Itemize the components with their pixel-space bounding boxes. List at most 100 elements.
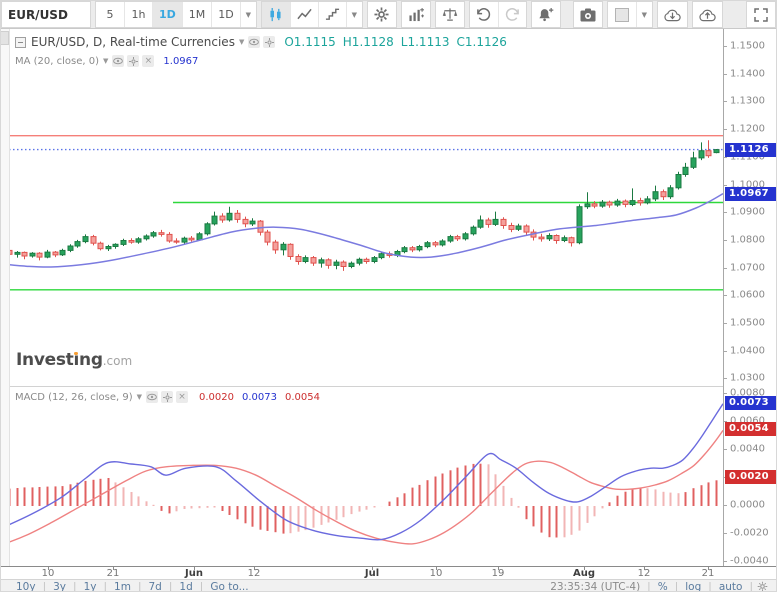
- macd-visibility-icon[interactable]: [146, 391, 158, 403]
- range-button-3y[interactable]: 3y: [46, 581, 73, 592]
- chart-type-step[interactable]: [318, 2, 346, 27]
- range-button-1y[interactable]: 1y: [77, 581, 104, 592]
- ohlc-values: O1.1115 H1.1128 L1.1113 C1.1126: [284, 35, 507, 49]
- save-chart-button[interactable]: [693, 2, 722, 27]
- macd-badge-1: 0.0054: [725, 422, 777, 436]
- macd-badge-0: 0.0073: [725, 396, 777, 410]
- axis-tick-mark: [724, 561, 727, 562]
- ma-delete-icon[interactable]: ×: [142, 55, 154, 67]
- symbol-group: EUR/USD: [1, 1, 91, 28]
- macd-badge-2: 0.0020: [725, 470, 777, 484]
- compare-button[interactable]: [436, 2, 464, 27]
- background-color-caret-icon[interactable]: ▼: [636, 2, 652, 27]
- axis-tick-mark: [724, 378, 727, 379]
- axis-tick-label: 1.1400: [730, 68, 765, 79]
- macd-value-1: 0.0073: [242, 392, 277, 403]
- ma-label[interactable]: MA (20, close, 0): [15, 56, 99, 67]
- chart-type-candles[interactable]: [262, 2, 290, 27]
- axis-tick-label: -0.0040: [730, 556, 769, 567]
- main-pane-header: EUR/USD, D, Real-time Currencies ▼ O1.11…: [15, 35, 507, 49]
- scale-toggle-auto[interactable]: auto: [712, 581, 750, 592]
- screenshot-button[interactable]: [574, 2, 602, 27]
- indicators-button[interactable]: [402, 2, 430, 27]
- range-button-10y[interactable]: 10y: [9, 581, 43, 592]
- last-price-badge: 1.1126: [725, 143, 777, 157]
- axis-tick-mark: [724, 393, 727, 394]
- clock-display[interactable]: 23:35:34 (UTC-4): [543, 581, 647, 592]
- axis-tick-mark: [724, 505, 727, 506]
- bottom-settings-gear-icon[interactable]: [753, 581, 772, 592]
- background-color-button[interactable]: [608, 2, 636, 27]
- timeframe-1d-2[interactable]: 1D: [211, 2, 239, 27]
- axis-tick-label: -0.0020: [730, 528, 769, 539]
- axis-tick-label: 1.0300: [730, 373, 765, 384]
- range-button-go-to-[interactable]: Go to...: [203, 581, 255, 592]
- ma-settings-gear-icon[interactable]: [127, 55, 139, 67]
- scale-toggle-log[interactable]: log: [678, 581, 708, 592]
- chart-title[interactable]: EUR/USD, D, Real-time Currencies: [31, 35, 235, 49]
- series-settings-gear-icon[interactable]: [263, 36, 275, 48]
- macd-value-2: 0.0054: [285, 392, 320, 403]
- chart-type-group: ▼: [261, 1, 363, 28]
- axis-tick-mark: [724, 46, 727, 47]
- fullscreen-group: [746, 1, 776, 28]
- timeframe-1h[interactable]: 1h: [124, 2, 152, 27]
- range-button-1m[interactable]: 1m: [107, 581, 138, 592]
- axis-tick-mark: [724, 74, 727, 75]
- ma-value: 1.0967: [163, 56, 198, 67]
- alert-group: [531, 1, 561, 28]
- time-axis-label: 12: [248, 568, 261, 579]
- macd-label[interactable]: MACD (12, 26, close, 9): [15, 392, 133, 403]
- macd-settings-gear-icon[interactable]: [161, 391, 173, 403]
- chart-settings-button[interactable]: [368, 2, 396, 27]
- undo-button[interactable]: [470, 2, 498, 27]
- settings-group: [367, 1, 397, 28]
- timeframe-1m[interactable]: 1M: [182, 2, 212, 27]
- chart-type-dropdown-caret-icon[interactable]: ▼: [346, 2, 362, 27]
- timeframe-1d[interactable]: 1D: [152, 2, 182, 27]
- ma-caret-icon[interactable]: ▼: [103, 57, 108, 65]
- macd-caret-icon[interactable]: ▼: [137, 393, 142, 401]
- chart-application: EUR/USD51h1D1M1D▼▼▼ EUR/USD, D, Real-tim…: [0, 0, 777, 592]
- timeframe-dropdown-caret-icon[interactable]: ▼: [240, 2, 256, 27]
- axis-tick-label: 1.0800: [730, 234, 765, 245]
- scale-toggle-%[interactable]: %: [651, 581, 675, 592]
- axis-tick-mark: [724, 268, 727, 269]
- drawing-toolbar-collapsed[interactable]: [1, 29, 10, 566]
- axis-tick-mark: [724, 212, 727, 213]
- ma-value-badge: 1.0967: [725, 187, 777, 201]
- time-axis-label: 21: [107, 568, 120, 579]
- create-alert-button[interactable]: [532, 2, 560, 27]
- drawing-toolbar-handle-icon[interactable]: [1, 31, 9, 45]
- high-value: H1.1128: [343, 35, 394, 49]
- price-axis[interactable]: 1.15001.14001.13001.12001.11001.10001.09…: [723, 29, 777, 566]
- collapse-pane-icon[interactable]: [15, 37, 26, 48]
- time-axis-label: Jul: [365, 568, 379, 579]
- axis-tick-label: 1.0600: [730, 290, 765, 301]
- axis-tick-label: 1.0400: [730, 345, 765, 356]
- axis-tick-mark: [724, 449, 727, 450]
- visibility-icon[interactable]: [248, 36, 260, 48]
- redo-button[interactable]: [498, 2, 526, 27]
- time-axis[interactable]: 1021Jun12Jul1019Aug1221: [1, 566, 777, 579]
- scale-actions: |%|log|auto|: [647, 581, 753, 592]
- axis-tick-mark: [724, 129, 727, 130]
- timeframe-5[interactable]: 5: [96, 2, 124, 27]
- load-chart-button[interactable]: [658, 2, 687, 27]
- ma-visibility-icon[interactable]: [112, 55, 124, 67]
- compare-group: [435, 1, 465, 28]
- ma-indicator-row: MA (20, close, 0) ▼ × 1.0967: [15, 55, 198, 67]
- background-group: ▼: [607, 1, 653, 28]
- chart-title-caret-icon[interactable]: ▼: [239, 38, 244, 46]
- fullscreen-button[interactable]: [747, 2, 775, 27]
- axis-tick-mark: [724, 295, 727, 296]
- range-button-1d[interactable]: 1d: [172, 581, 199, 592]
- axis-tick-label: 1.0700: [730, 262, 765, 273]
- macd-chart-canvas[interactable]: [1, 386, 723, 566]
- time-axis-label: 12: [638, 568, 651, 579]
- chart-type-line[interactable]: [290, 2, 318, 27]
- price-chart-canvas[interactable]: [1, 29, 723, 386]
- symbol-input[interactable]: EUR/USD: [2, 2, 90, 27]
- range-button-7d[interactable]: 7d: [142, 581, 169, 592]
- macd-delete-icon[interactable]: ×: [176, 391, 188, 403]
